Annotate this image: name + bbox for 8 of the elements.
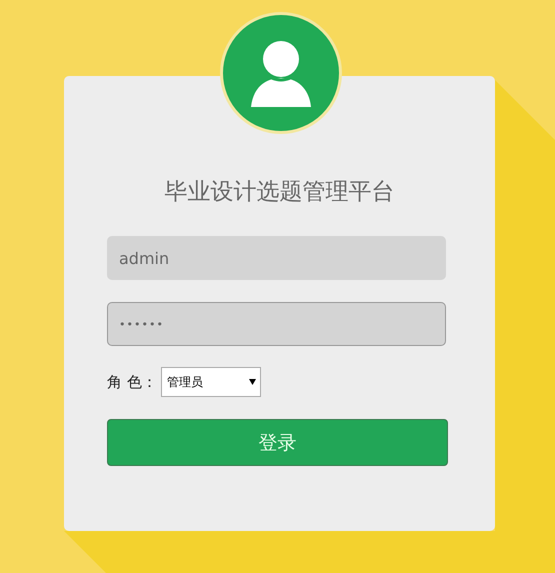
- role-select[interactable]: 管理员: [160, 367, 261, 397]
- login-button[interactable]: 登录: [107, 419, 448, 466]
- caret-icon: [248, 379, 256, 385]
- username-field[interactable]: admin: [107, 236, 446, 280]
- user-icon: [249, 38, 313, 108]
- role-label: 角 色：: [107, 372, 157, 392]
- app-title: 毕业设计选题管理平台: [164, 178, 394, 207]
- password-field[interactable]: ••••••: [107, 302, 446, 346]
